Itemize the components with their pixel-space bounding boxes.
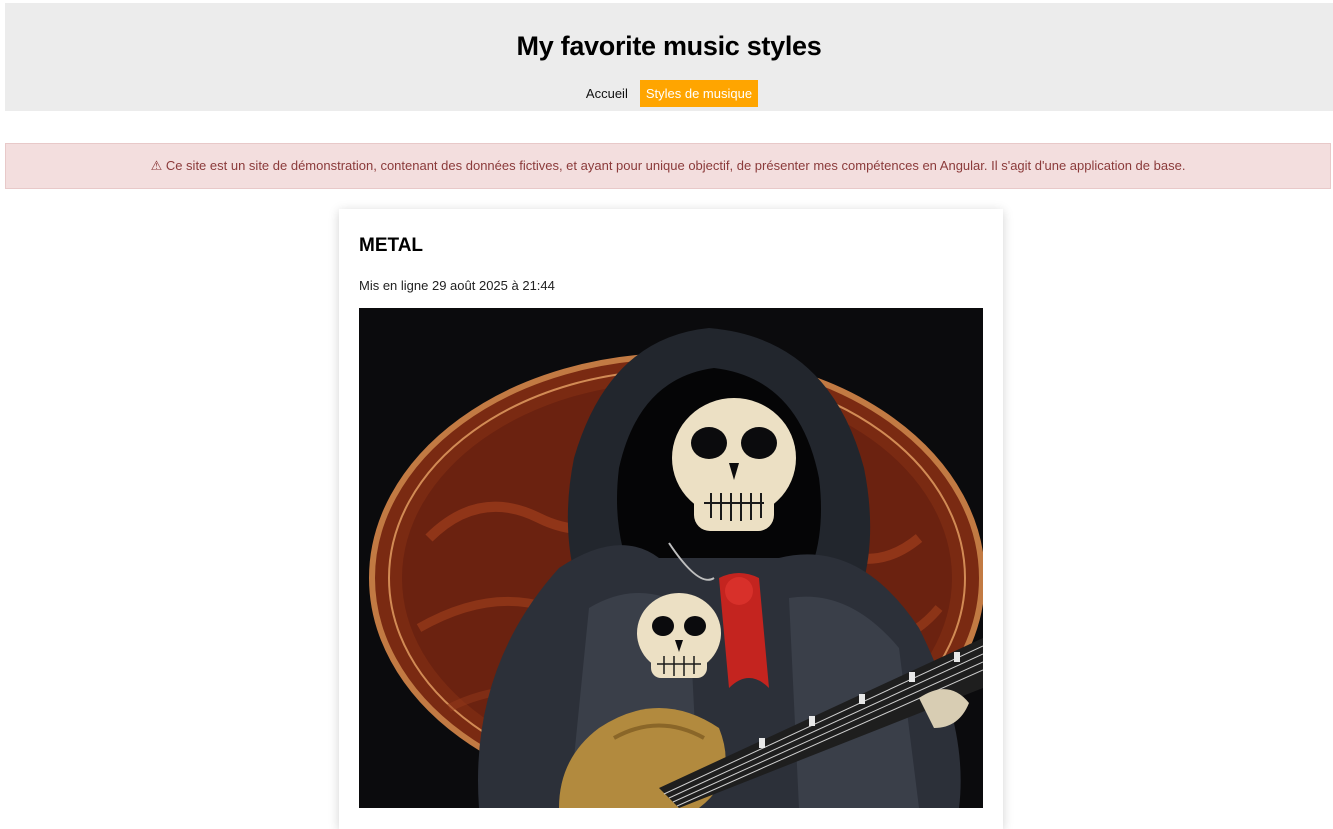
site-header: My favorite music styles Accueil Styles … [5, 3, 1333, 111]
nav-link-styles-de-musique[interactable]: Styles de musique [639, 80, 759, 107]
music-style-card: METAL Mis en ligne 29 août 2025 à 21:44 [339, 209, 1003, 829]
site-title: My favorite music styles [516, 31, 822, 61]
main-nav: Accueil Styles de musique [5, 80, 1333, 107]
card-title: METAL [359, 235, 424, 256]
card-date: Mis en ligne 29 août 2025 à 21:44 [359, 278, 555, 293]
demo-warning-alert: ⚠ Ce site est un site de démonstration, … [5, 143, 1331, 189]
demo-warning-text: ⚠ Ce site est un site de démonstration, … [150, 158, 1186, 173]
nav-link-accueil[interactable]: Accueil [580, 80, 634, 107]
reaper-guitar-illustration [359, 308, 983, 808]
card-image [359, 308, 983, 808]
